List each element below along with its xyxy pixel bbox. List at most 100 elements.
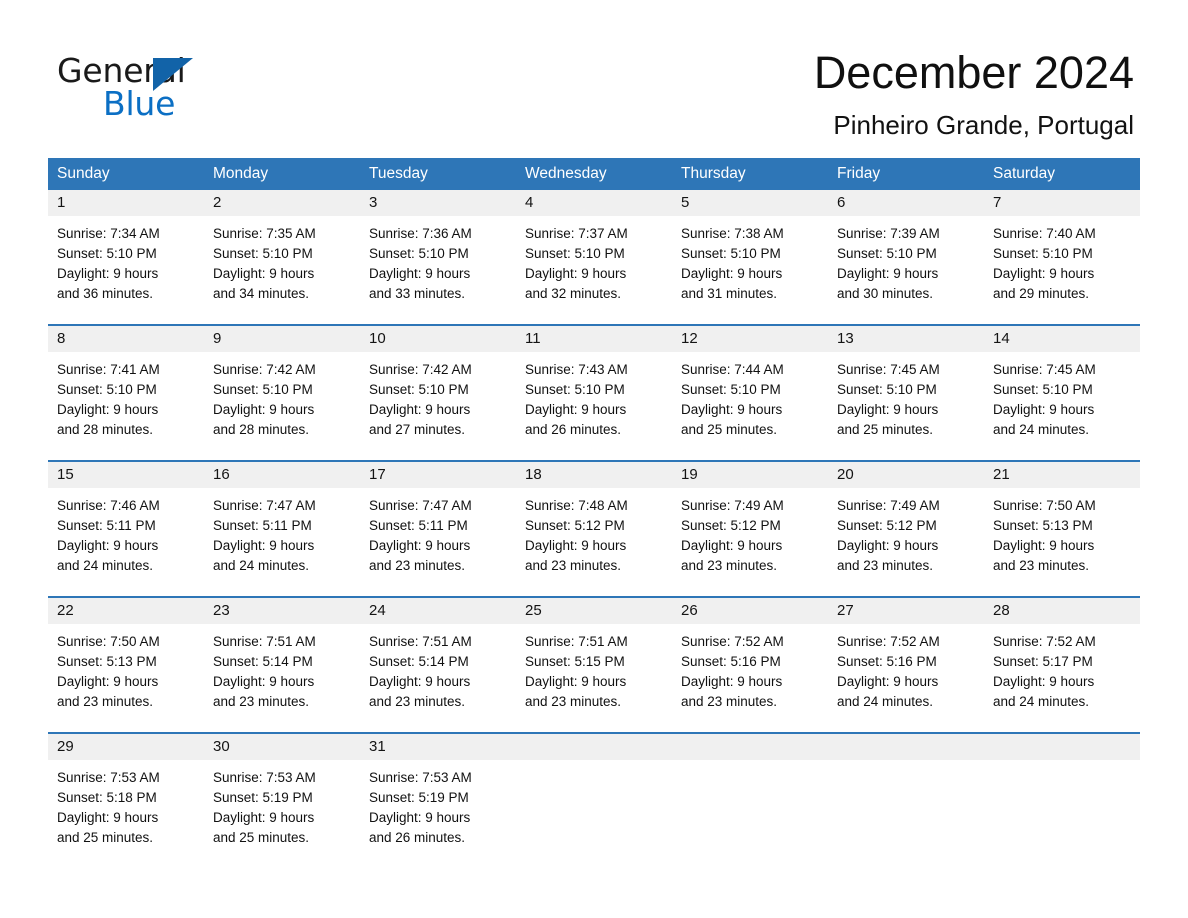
day-number: 9	[204, 326, 360, 352]
day-number	[672, 734, 828, 760]
day-cell[interactable]: 18 Sunrise: 7:48 AM Sunset: 5:12 PM Dayl…	[516, 462, 672, 596]
day-number: 22	[48, 598, 204, 624]
daylight-text-line1: Daylight: 9 hours	[525, 402, 627, 417]
day-cell[interactable]: 17 Sunrise: 7:47 AM Sunset: 5:11 PM Dayl…	[360, 462, 516, 596]
day-number: 5	[672, 190, 828, 216]
sunrise-text: Sunrise: 7:53 AM	[369, 770, 472, 785]
day-details: Sunrise: 7:49 AM Sunset: 5:12 PM Dayligh…	[828, 488, 984, 596]
daylight-text-line2: and 28 minutes.	[57, 422, 154, 437]
day-cell[interactable]: 28 Sunrise: 7:52 AM Sunset: 5:17 PM Dayl…	[984, 598, 1140, 732]
day-number: 21	[984, 462, 1140, 488]
daylight-text-line1: Daylight: 9 hours	[837, 266, 939, 281]
day-details: Sunrise: 7:38 AM Sunset: 5:10 PM Dayligh…	[672, 216, 828, 324]
sunrise-text: Sunrise: 7:39 AM	[837, 226, 940, 241]
day-details: Sunrise: 7:46 AM Sunset: 5:11 PM Dayligh…	[48, 488, 204, 596]
day-cell[interactable]: 16 Sunrise: 7:47 AM Sunset: 5:11 PM Dayl…	[204, 462, 360, 596]
day-cell[interactable]: 19 Sunrise: 7:49 AM Sunset: 5:12 PM Dayl…	[672, 462, 828, 596]
weekday-header-thursday: Thursday	[681, 165, 746, 182]
daylight-text-line1: Daylight: 9 hours	[525, 538, 627, 553]
day-cell[interactable]: 25 Sunrise: 7:51 AM Sunset: 5:15 PM Dayl…	[516, 598, 672, 732]
daylight-text-line1: Daylight: 9 hours	[369, 402, 471, 417]
day-details: Sunrise: 7:47 AM Sunset: 5:11 PM Dayligh…	[204, 488, 360, 596]
sunset-text: Sunset: 5:14 PM	[369, 654, 469, 669]
day-cell[interactable]: 11 Sunrise: 7:43 AM Sunset: 5:10 PM Dayl…	[516, 326, 672, 460]
weekday-header-monday: Monday	[213, 165, 269, 182]
daylight-text-line2: and 27 minutes.	[369, 422, 466, 437]
sunrise-text: Sunrise: 7:35 AM	[213, 226, 316, 241]
day-cell[interactable]: 24 Sunrise: 7:51 AM Sunset: 5:14 PM Dayl…	[360, 598, 516, 732]
day-cell[interactable]: 26 Sunrise: 7:52 AM Sunset: 5:16 PM Dayl…	[672, 598, 828, 732]
day-cell[interactable]: 29 Sunrise: 7:53 AM Sunset: 5:18 PM Dayl…	[48, 734, 204, 868]
sunset-text: Sunset: 5:19 PM	[369, 790, 469, 805]
day-cell[interactable]: 6 Sunrise: 7:39 AM Sunset: 5:10 PM Dayli…	[828, 190, 984, 324]
day-details: Sunrise: 7:50 AM Sunset: 5:13 PM Dayligh…	[48, 624, 204, 732]
day-cell[interactable]: 23 Sunrise: 7:51 AM Sunset: 5:14 PM Dayl…	[204, 598, 360, 732]
day-cell[interactable]: 30 Sunrise: 7:53 AM Sunset: 5:19 PM Dayl…	[204, 734, 360, 868]
day-cell[interactable]: 20 Sunrise: 7:49 AM Sunset: 5:12 PM Dayl…	[828, 462, 984, 596]
day-cell[interactable]: 22 Sunrise: 7:50 AM Sunset: 5:13 PM Dayl…	[48, 598, 204, 732]
sunrise-text: Sunrise: 7:42 AM	[213, 362, 316, 377]
day-details: Sunrise: 7:51 AM Sunset: 5:15 PM Dayligh…	[516, 624, 672, 732]
sunrise-text: Sunrise: 7:53 AM	[213, 770, 316, 785]
sunrise-text: Sunrise: 7:47 AM	[369, 498, 472, 513]
day-cell[interactable]: 15 Sunrise: 7:46 AM Sunset: 5:11 PM Dayl…	[48, 462, 204, 596]
daylight-text-line1: Daylight: 9 hours	[993, 402, 1095, 417]
daylight-text-line1: Daylight: 9 hours	[993, 266, 1095, 281]
weekday-header-friday: Friday	[837, 165, 881, 182]
daylight-text-line1: Daylight: 9 hours	[525, 266, 627, 281]
day-cell[interactable]: 21 Sunrise: 7:50 AM Sunset: 5:13 PM Dayl…	[984, 462, 1140, 596]
daylight-text-line1: Daylight: 9 hours	[213, 538, 315, 553]
daylight-text-line2: and 23 minutes.	[681, 694, 778, 709]
sunset-text: Sunset: 5:10 PM	[993, 382, 1093, 397]
day-cell[interactable]: 4 Sunrise: 7:37 AM Sunset: 5:10 PM Dayli…	[516, 190, 672, 324]
daylight-text-line2: and 23 minutes.	[369, 558, 466, 573]
sunset-text: Sunset: 5:10 PM	[213, 246, 313, 261]
daylight-text-line1: Daylight: 9 hours	[681, 674, 783, 689]
day-cell[interactable]: 9 Sunrise: 7:42 AM Sunset: 5:10 PM Dayli…	[204, 326, 360, 460]
day-details: Sunrise: 7:45 AM Sunset: 5:10 PM Dayligh…	[828, 352, 984, 460]
daylight-text-line2: and 23 minutes.	[213, 694, 310, 709]
day-cell-empty	[984, 734, 1140, 868]
day-details: Sunrise: 7:52 AM Sunset: 5:16 PM Dayligh…	[828, 624, 984, 732]
daylight-text-line2: and 36 minutes.	[57, 286, 154, 301]
sunset-text: Sunset: 5:12 PM	[525, 518, 625, 533]
day-number: 12	[672, 326, 828, 352]
sunrise-text: Sunrise: 7:48 AM	[525, 498, 628, 513]
daylight-text-line2: and 23 minutes.	[993, 558, 1090, 573]
weekday-header-row: Sunday Monday Tuesday Wednesday Thursday…	[48, 158, 1140, 190]
sunset-text: Sunset: 5:14 PM	[213, 654, 313, 669]
daylight-text-line1: Daylight: 9 hours	[369, 538, 471, 553]
sunset-text: Sunset: 5:10 PM	[993, 246, 1093, 261]
sunrise-text: Sunrise: 7:51 AM	[213, 634, 316, 649]
day-cell[interactable]: 5 Sunrise: 7:38 AM Sunset: 5:10 PM Dayli…	[672, 190, 828, 324]
daylight-text-line1: Daylight: 9 hours	[57, 810, 159, 825]
sunset-text: Sunset: 5:10 PM	[525, 382, 625, 397]
day-number	[828, 734, 984, 760]
day-cell[interactable]: 8 Sunrise: 7:41 AM Sunset: 5:10 PM Dayli…	[48, 326, 204, 460]
day-cell-empty	[516, 734, 672, 868]
sunrise-text: Sunrise: 7:46 AM	[57, 498, 160, 513]
day-cell[interactable]: 10 Sunrise: 7:42 AM Sunset: 5:10 PM Dayl…	[360, 326, 516, 460]
day-cell[interactable]: 12 Sunrise: 7:44 AM Sunset: 5:10 PM Dayl…	[672, 326, 828, 460]
daylight-text-line1: Daylight: 9 hours	[837, 538, 939, 553]
sunset-text: Sunset: 5:19 PM	[213, 790, 313, 805]
day-cell[interactable]: 1 Sunrise: 7:34 AM Sunset: 5:10 PM Dayli…	[48, 190, 204, 324]
day-cell[interactable]: 27 Sunrise: 7:52 AM Sunset: 5:16 PM Dayl…	[828, 598, 984, 732]
day-number: 23	[204, 598, 360, 624]
sunrise-text: Sunrise: 7:52 AM	[993, 634, 1096, 649]
sunset-text: Sunset: 5:10 PM	[681, 382, 781, 397]
day-details: Sunrise: 7:53 AM Sunset: 5:18 PM Dayligh…	[48, 760, 204, 868]
day-cell[interactable]: 14 Sunrise: 7:45 AM Sunset: 5:10 PM Dayl…	[984, 326, 1140, 460]
day-details: Sunrise: 7:50 AM Sunset: 5:13 PM Dayligh…	[984, 488, 1140, 596]
day-cell[interactable]: 2 Sunrise: 7:35 AM Sunset: 5:10 PM Dayli…	[204, 190, 360, 324]
sunrise-text: Sunrise: 7:41 AM	[57, 362, 160, 377]
day-cell[interactable]: 7 Sunrise: 7:40 AM Sunset: 5:10 PM Dayli…	[984, 190, 1140, 324]
day-details: Sunrise: 7:43 AM Sunset: 5:10 PM Dayligh…	[516, 352, 672, 460]
week-row: 29 Sunrise: 7:53 AM Sunset: 5:18 PM Dayl…	[48, 732, 1140, 868]
day-cell[interactable]: 13 Sunrise: 7:45 AM Sunset: 5:10 PM Dayl…	[828, 326, 984, 460]
daylight-text-line1: Daylight: 9 hours	[681, 402, 783, 417]
day-number: 18	[516, 462, 672, 488]
day-cell[interactable]: 3 Sunrise: 7:36 AM Sunset: 5:10 PM Dayli…	[360, 190, 516, 324]
day-cell[interactable]: 31 Sunrise: 7:53 AM Sunset: 5:19 PM Dayl…	[360, 734, 516, 868]
sunrise-text: Sunrise: 7:52 AM	[837, 634, 940, 649]
